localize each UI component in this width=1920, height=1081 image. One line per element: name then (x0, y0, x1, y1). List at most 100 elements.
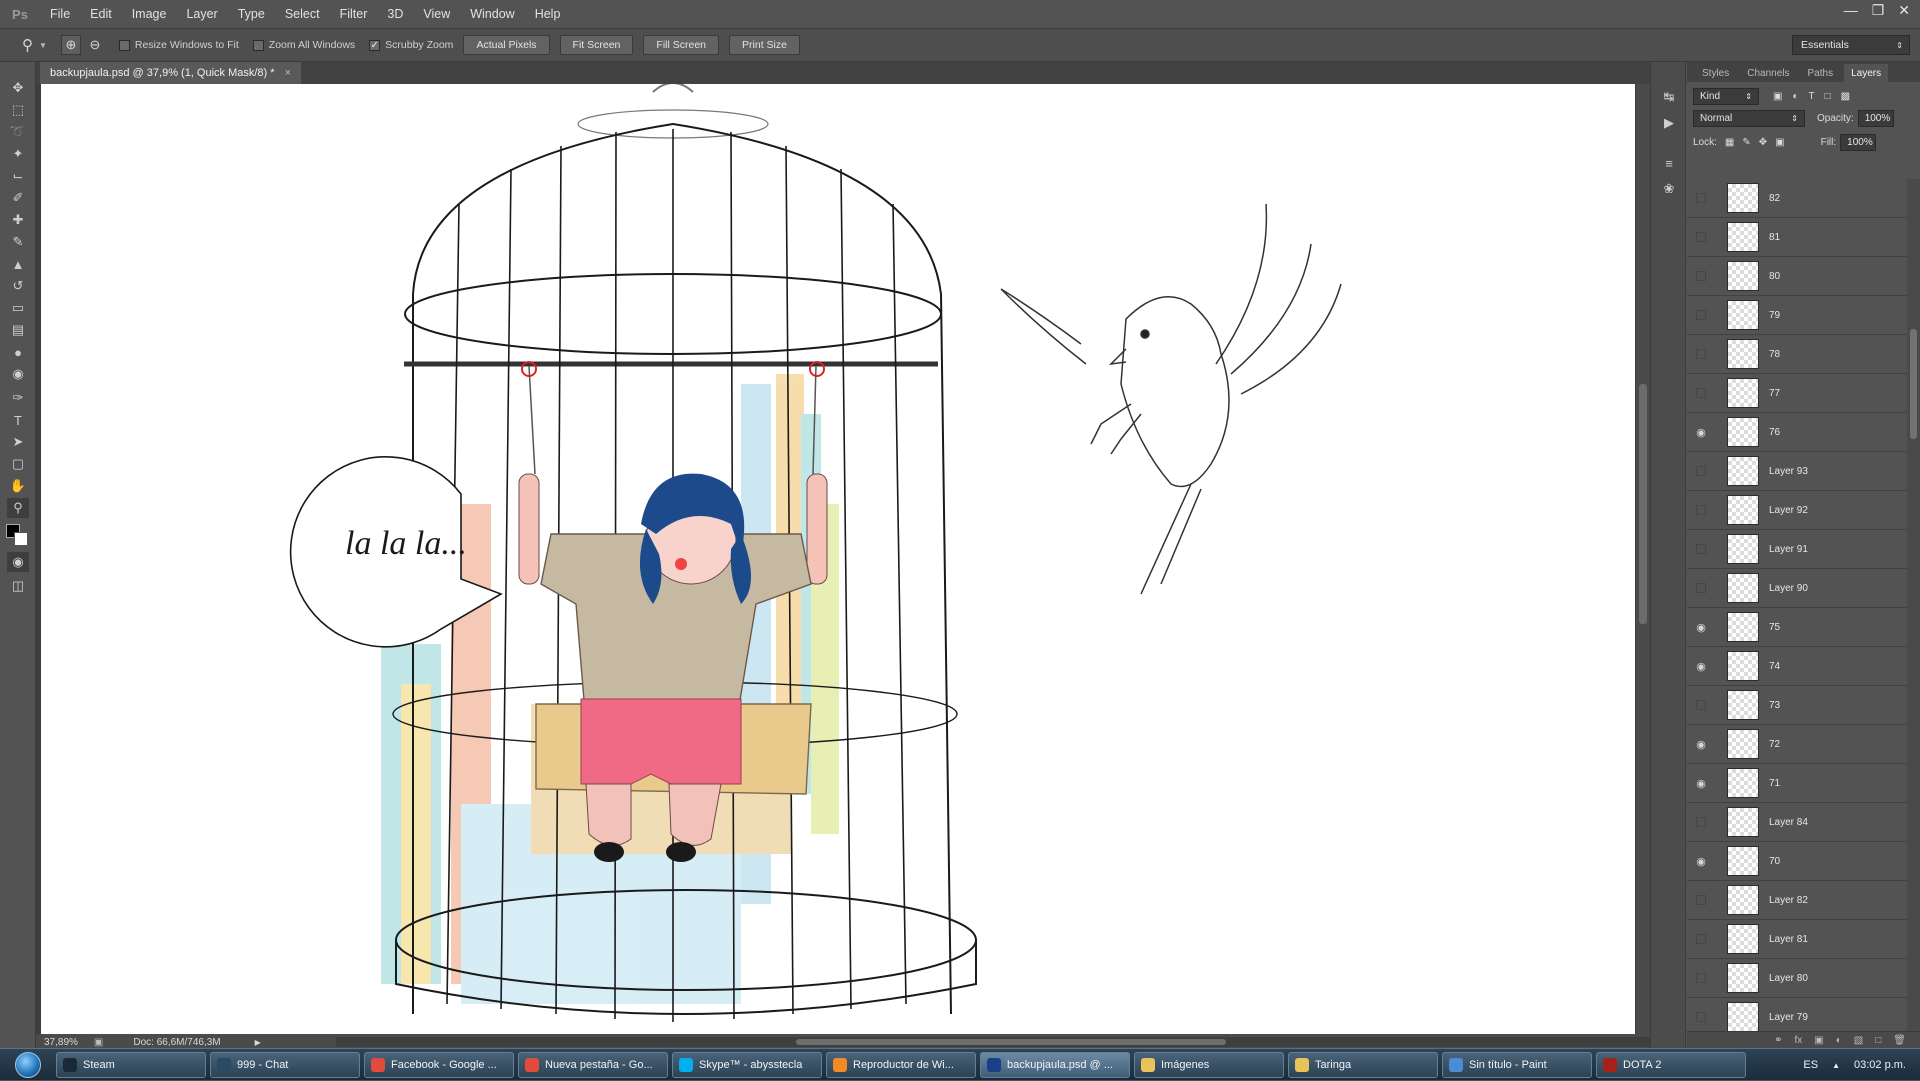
layer-row[interactable]: Layer 82 (1687, 881, 1907, 920)
lasso-tool-icon[interactable]: ➰ (7, 122, 29, 142)
layer-row[interactable]: 81 (1687, 218, 1907, 257)
layer-row[interactable]: Layer 92 (1687, 491, 1907, 530)
visibility-toggle[interactable] (1687, 881, 1715, 920)
path-select-tool-icon[interactable]: ➤ (7, 432, 29, 452)
opacity-input[interactable]: 100% (1857, 110, 1894, 127)
resize-windows-checkbox[interactable] (118, 39, 130, 51)
visibility-toggle[interactable] (1687, 257, 1715, 296)
eye-icon[interactable]: ◉ (1687, 725, 1715, 764)
layer-row[interactable]: 80 (1687, 257, 1907, 296)
zoom-tool-icon[interactable]: ⚲ (7, 498, 29, 518)
layer-row[interactable]: ◉ 74 (1687, 647, 1907, 686)
visibility-toggle[interactable] (1687, 569, 1715, 608)
menu-select[interactable]: Select (275, 0, 330, 28)
brush-tool-icon[interactable]: ✎ (7, 232, 29, 252)
layer-row[interactable]: ◉ 71 (1687, 764, 1907, 803)
link-layers-icon[interactable]: ⚭ (1774, 1035, 1782, 1046)
tab-styles[interactable]: Styles (1695, 64, 1736, 82)
taskbar-item[interactable]: Facebook - Google ... (364, 1051, 514, 1078)
marquee-tool-icon[interactable]: ⬚ (7, 100, 29, 120)
layer-list-scrollbar[interactable] (1907, 179, 1920, 1031)
tool-preset-dropdown-icon[interactable]: ▼ (39, 41, 47, 50)
visibility-toggle[interactable] (1687, 335, 1715, 374)
blend-mode-select[interactable]: Normal ⇕ (1693, 110, 1805, 127)
new-layer-icon[interactable]: □ (1875, 1035, 1881, 1046)
taskbar-item[interactable]: Taringa (1288, 1051, 1438, 1078)
zoom-all-option[interactable]: Zoom All Windows (252, 39, 355, 51)
visibility-toggle[interactable] (1687, 491, 1715, 530)
move-tool-icon[interactable]: ✥ (7, 78, 29, 98)
history-panel-icon[interactable]: ↹ (1659, 88, 1679, 106)
adjustment-layer-icon[interactable]: ◐ (1836, 1035, 1842, 1046)
workspace-select[interactable]: Essentials ⇕ (1792, 35, 1910, 55)
clock[interactable]: 03:02 p.m. (1854, 1059, 1906, 1071)
zoom-tool-icon[interactable]: ⚲ (22, 36, 33, 54)
start-button[interactable] (0, 1049, 56, 1081)
shape-tool-icon[interactable]: ▢ (7, 454, 29, 474)
adjustments-panel-icon[interactable]: ≡ (1659, 154, 1679, 172)
quick-mask-icon[interactable]: ◉ (7, 552, 29, 572)
layer-row[interactable]: ◉ 75 (1687, 608, 1907, 647)
menu-3d[interactable]: 3D (377, 0, 413, 28)
delete-layer-icon[interactable]: 🗑 (1893, 1035, 1906, 1046)
menu-image[interactable]: Image (122, 0, 177, 28)
scrubby-zoom-checkbox[interactable]: ✓ (369, 39, 381, 51)
screen-mode-icon[interactable]: ◫ (7, 576, 29, 596)
taskbar-item[interactable]: backupjaula.psd @ ... (980, 1051, 1130, 1078)
layer-row[interactable]: Layer 79 (1687, 998, 1907, 1031)
eye-icon[interactable]: ◉ (1687, 413, 1715, 452)
eyedropper-tool-icon[interactable]: ✐ (7, 188, 29, 208)
layer-row[interactable]: Layer 90 (1687, 569, 1907, 608)
fill-screen-button[interactable]: Fill Screen (643, 35, 720, 55)
quick-select-tool-icon[interactable]: ✦ (7, 144, 29, 164)
language-indicator[interactable]: ES (1803, 1059, 1818, 1071)
history-brush-icon[interactable]: ↺ (7, 276, 29, 296)
filter-pixel-icon[interactable]: ▣ (1773, 91, 1782, 102)
layer-row[interactable]: ◉ 72 (1687, 725, 1907, 764)
document-tab[interactable]: backupjaula.psd @ 37,9% (1, Quick Mask/8… (40, 62, 301, 84)
layer-row[interactable]: Layer 93 (1687, 452, 1907, 491)
status-info-icon[interactable]: ▣ (94, 1037, 103, 1048)
taskbar-item[interactable]: DOTA 2 (1596, 1051, 1746, 1078)
crop-tool-icon[interactable]: ⌙ (7, 166, 29, 186)
zoom-in-icon[interactable]: ⊕ (60, 35, 81, 55)
canvas-area[interactable]: la la la... (36, 84, 1636, 1034)
tab-channels[interactable]: Channels (1740, 64, 1796, 82)
layer-row[interactable]: 73 (1687, 686, 1907, 725)
layer-row[interactable]: Layer 80 (1687, 959, 1907, 998)
eye-icon[interactable]: ◉ (1687, 608, 1715, 647)
visibility-toggle[interactable] (1687, 179, 1715, 218)
close-icon[interactable]: ✕ (1898, 2, 1910, 19)
type-tool-icon[interactable]: T (7, 410, 29, 430)
menu-edit[interactable]: Edit (80, 0, 122, 28)
add-mask-icon[interactable]: ▣ (1814, 1035, 1823, 1046)
visibility-toggle[interactable] (1687, 959, 1715, 998)
horizontal-scroll-thumb[interactable] (796, 1039, 1226, 1045)
menu-filter[interactable]: Filter (330, 0, 378, 28)
lock-all-icon[interactable]: ▣ (1775, 137, 1784, 148)
blur-tool-icon[interactable]: ● (7, 342, 29, 362)
brush-presets-icon[interactable]: ❀ (1659, 180, 1679, 198)
new-group-icon[interactable]: ▧ (1854, 1035, 1863, 1046)
filter-shape-icon[interactable]: □ (1825, 91, 1831, 102)
restore-icon[interactable]: ❐ (1872, 2, 1885, 19)
menu-type[interactable]: Type (228, 0, 275, 28)
taskbar-item[interactable]: Sin título - Paint (1442, 1051, 1592, 1078)
visibility-toggle[interactable] (1687, 998, 1715, 1032)
filter-type-icon[interactable]: T (1809, 91, 1815, 102)
fit-screen-button[interactable]: Fit Screen (559, 35, 634, 55)
layer-row[interactable]: Layer 81 (1687, 920, 1907, 959)
taskbar-item[interactable]: Nueva pestaña - Go... (518, 1051, 668, 1078)
visibility-toggle[interactable] (1687, 218, 1715, 257)
layer-row[interactable]: 79 (1687, 296, 1907, 335)
eraser-tool-icon[interactable]: ▭ (7, 298, 29, 318)
visibility-toggle[interactable] (1687, 374, 1715, 413)
zoom-out-icon[interactable]: ⊖ (85, 35, 105, 55)
layer-row[interactable]: Layer 84 (1687, 803, 1907, 842)
status-arrow-icon[interactable]: ▶ (255, 1038, 261, 1047)
taskbar-item[interactable]: Imágenes (1134, 1051, 1284, 1078)
lock-transparent-icon[interactable]: ▦ (1725, 137, 1734, 148)
filter-adjustment-icon[interactable]: ◐ (1792, 91, 1798, 102)
hand-tool-icon[interactable]: ✋ (7, 476, 29, 496)
print-size-button[interactable]: Print Size (729, 35, 800, 55)
